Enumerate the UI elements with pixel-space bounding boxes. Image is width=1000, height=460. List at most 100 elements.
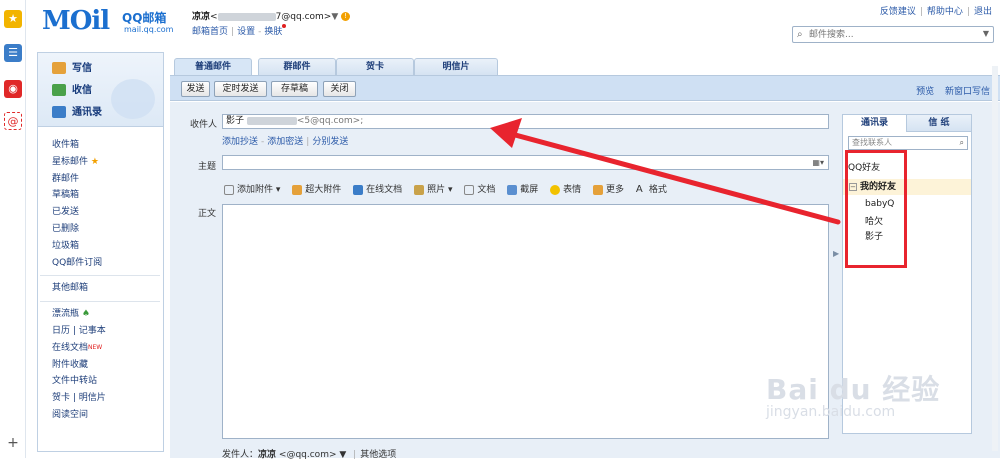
folder-deleted[interactable]: 已删除 <box>52 221 160 238</box>
tab-stationery[interactable]: 信 纸 <box>907 115 971 132</box>
weibo-icon[interactable]: ◉ <box>4 80 22 98</box>
folder-subscriptions[interactable]: QQ邮件订阅 <box>52 255 160 272</box>
user-caret-icon[interactable]: ▼ <box>331 12 338 22</box>
attach-tool[interactable]: 添加附件 ▾ <box>224 182 280 195</box>
folder-spam[interactable]: 垃圾箱 <box>52 238 160 255</box>
save-draft-button[interactable]: 存草稿 <box>271 81 318 97</box>
subject-field[interactable]: ▦▾ <box>222 155 829 170</box>
tool-label: 在线文档 <box>366 185 403 195</box>
folder-label: 收件箱 <box>52 140 80 150</box>
folder-label: 草稿箱 <box>52 190 80 201</box>
tool-label: 贺卡 | 明信片 <box>52 393 106 404</box>
nav-primary: 写信 收信 通讯录 <box>38 53 163 127</box>
star-icon: ★ <box>90 156 99 167</box>
calendar-icon[interactable]: ☰ <box>4 44 22 62</box>
user-info: 凉凉< 7@qq.com>▼ ! <box>192 9 351 22</box>
emoji-tool[interactable]: 表情 <box>550 182 581 195</box>
attachments-link[interactable]: 附件收藏 <box>52 357 160 374</box>
drift-bottle-link[interactable]: 漂流瓶 ♠ <box>52 306 160 323</box>
link-mail-home[interactable]: 邮箱首页 <box>192 27 228 37</box>
sender-email[interactable]: <@qq.com> <box>279 450 337 460</box>
inbox-label: 收信 <box>72 85 92 96</box>
format-tool[interactable]: A 格式 <box>636 182 667 195</box>
screenshot-tool[interactable]: 截屏 <box>507 182 538 195</box>
add-app-icon[interactable]: + <box>4 434 22 452</box>
online-doc-tool[interactable]: 在线文档 <box>353 182 402 195</box>
chevron-down-icon[interactable]: ▼ <box>983 29 989 38</box>
preview-link[interactable]: 预览 <box>916 87 934 97</box>
emoji-grid-icon[interactable]: ▦▾ <box>812 158 824 167</box>
separate-send-link[interactable]: 分别发送 <box>312 137 348 147</box>
folder-starred[interactable]: 星标邮件 ★ <box>52 154 160 171</box>
close-button[interactable]: 关闭 <box>323 81 356 97</box>
logo[interactable]: MOil <box>42 6 110 36</box>
separator: | <box>919 7 923 17</box>
redacted-email <box>246 116 297 125</box>
large-attach-tool[interactable]: 超大附件 <box>292 182 341 195</box>
folder-label: 其他邮箱 <box>52 283 89 294</box>
tab-group-mail[interactable]: 群邮件 <box>258 58 336 75</box>
more-tool[interactable]: 更多 <box>593 182 624 195</box>
tool-label: 文件中转站 <box>52 376 98 387</box>
tool-label: 照片 <box>427 185 446 195</box>
tab-normal-mail[interactable]: 普通邮件 <box>174 58 252 75</box>
folder-drafts[interactable]: 草稿箱 <box>52 187 160 204</box>
file-transfer-link[interactable]: 文件中转站 <box>52 373 160 390</box>
mail-at-icon[interactable]: @ <box>4 112 22 130</box>
other-options-link[interactable]: 其他选项 <box>360 450 396 460</box>
tab-greeting-card[interactable]: 贺卡 <box>336 58 414 75</box>
photo-tool[interactable]: 照片 ▾ <box>414 182 452 195</box>
divider <box>40 275 160 277</box>
user-email-prefix: < <box>210 12 218 22</box>
compose-link[interactable]: 写信 <box>52 59 92 74</box>
tool-label: 截屏 <box>520 185 539 195</box>
new-window-link[interactable]: 新窗口写信 <box>945 87 990 97</box>
sender-name: 凉凉 <box>258 450 277 460</box>
sender-caret-icon[interactable]: ▼ <box>339 450 346 460</box>
contacts-link[interactable]: 通讯录 <box>52 103 102 118</box>
star-icon[interactable]: ★ <box>4 10 22 28</box>
mail-search[interactable]: ⌕ ▼ <box>792 26 994 43</box>
link-help[interactable]: 帮助中心 <box>927 7 963 17</box>
other-mailboxes[interactable]: 其他邮箱 <box>52 280 160 297</box>
highlight-box <box>845 150 907 268</box>
page-scrollbar[interactable] <box>992 66 998 451</box>
folder-group[interactable]: 群邮件 <box>52 171 160 188</box>
mail-nav: 写信 收信 通讯录 收件箱 星标邮件 ★ 群邮件 草稿箱 已发送 已删除 垃圾箱… <box>37 52 164 452</box>
mascot-image <box>111 79 155 119</box>
tab-contacts[interactable]: 通讯录 <box>843 115 907 132</box>
warning-icon[interactable]: ! <box>341 12 351 21</box>
send-button[interactable]: 发送 <box>181 81 210 97</box>
tool-label: 更多 <box>606 185 625 195</box>
body-editor[interactable] <box>222 204 829 439</box>
link-skin[interactable]: 换肤 <box>264 27 282 37</box>
document-tool[interactable]: 文档 <box>464 182 495 195</box>
folder-sent[interactable]: 已发送 <box>52 204 160 221</box>
logo-subtitle: QQ邮箱 <box>122 11 167 25</box>
link-settings[interactable]: 设置 <box>237 27 255 37</box>
contacts-label: 通讯录 <box>72 107 102 118</box>
separator: | <box>306 137 310 147</box>
folder-inbox[interactable]: 收件箱 <box>52 137 160 154</box>
screenshot-icon <box>507 184 518 195</box>
contact-search-input[interactable]: 查找联系人 ⌕ <box>848 136 968 150</box>
add-bcc-link[interactable]: 添加密送 <box>267 137 303 147</box>
add-cc-link[interactable]: 添加抄送 <box>222 137 258 147</box>
user-email: 7@qq.com> <box>275 12 332 22</box>
cards-postcards-link[interactable]: 贺卡 | 明信片 <box>52 390 160 407</box>
tab-postcard[interactable]: 明信片 <box>414 58 498 75</box>
doc-share-icon <box>353 184 364 195</box>
separator: | <box>353 450 357 460</box>
pencil-icon <box>52 62 66 74</box>
folder-label: 已发送 <box>52 207 80 218</box>
online-docs-link[interactable]: 在线文档NEW <box>52 340 160 357</box>
link-logout[interactable]: 退出 <box>974 7 992 17</box>
search-input[interactable] <box>809 28 977 41</box>
to-field[interactable]: 影子 <5@qq.com>; <box>222 114 829 129</box>
inbox-link[interactable]: 收信 <box>52 81 92 96</box>
schedule-send-button[interactable]: 定时发送 <box>214 81 267 97</box>
calendar-notes-link[interactable]: 日历 | 记事本 <box>52 323 160 340</box>
font-format-icon: A <box>635 183 643 195</box>
link-feedback[interactable]: 反馈建议 <box>880 7 916 17</box>
reading-space-link[interactable]: 阅读空间 <box>52 407 160 424</box>
